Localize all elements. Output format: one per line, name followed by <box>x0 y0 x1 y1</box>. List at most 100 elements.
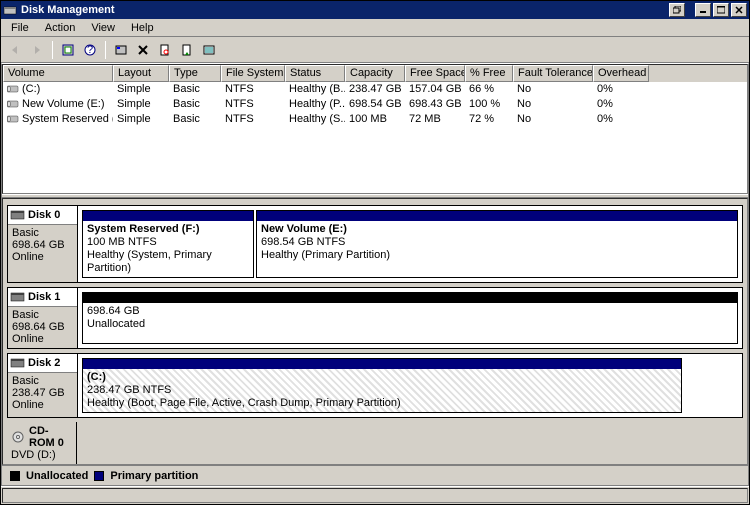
disk-label[interactable]: Disk 1Basic698.64 GBOnline <box>8 288 78 348</box>
cell-capacity: 698.54 GB <box>345 97 405 112</box>
col-freespace[interactable]: Free Space <box>405 65 465 82</box>
cell-capacity: 100 MB <box>345 112 405 127</box>
app-icon <box>3 3 17 17</box>
content-area: Volume Layout Type File System Status Ca… <box>1 63 749 486</box>
cell-pct: 100 % <box>465 97 513 112</box>
settings-button[interactable] <box>111 40 131 60</box>
col-volume[interactable]: Volume <box>3 65 113 82</box>
disk-label[interactable]: CD-ROM 0DVD (D:)No Media <box>7 422 77 465</box>
cell-status: Healthy (P... <box>285 97 345 112</box>
partition-body: System Reserved (F:)100 MB NTFSHealthy (… <box>83 221 253 277</box>
cell-fs: NTFS <box>221 82 285 97</box>
disk-icon <box>10 356 26 370</box>
partition-sub: 100 MB NTFS <box>87 236 157 248</box>
titlebar[interactable]: Disk Management <box>1 1 749 19</box>
cell-layout: Simple <box>113 82 169 97</box>
list-body[interactable]: (C:) SimpleBasicNTFSHealthy (B...238.47 G… <box>3 82 747 193</box>
disk-partitions: System Reserved (F:)100 MB NTFS Healthy (… <box>78 206 742 282</box>
disk-label[interactable]: Disk 0Basic698.64 GBOnline <box>8 206 78 282</box>
menu-view[interactable]: View <box>83 20 123 36</box>
delete-button[interactable] <box>133 40 153 60</box>
cdrom-icon <box>11 430 27 444</box>
cell-status: Healthy (S... <box>285 112 345 127</box>
table-row[interactable]: System Reserved (F:)SimpleBasicNTFSHealt… <box>3 112 747 127</box>
cell-fault: No <box>513 112 593 127</box>
volume-list[interactable]: Volume Layout Type File System Status Ca… <box>2 64 748 194</box>
disk-partitions: 698.64 GBUnallocated <box>78 288 742 348</box>
partition[interactable]: (C:)238.47 GB NTFSHealthy (Boot, Page Fi… <box>82 358 682 413</box>
col-pctfree[interactable]: % Free <box>465 65 513 82</box>
cell-pct: 66 % <box>465 82 513 97</box>
help-button[interactable]: ? <box>80 40 100 60</box>
partition[interactable]: New Volume (E:)698.54 GB NTFSHealthy (Pr… <box>256 210 738 278</box>
disk-state: Online <box>12 251 73 263</box>
partition-sub: 238.47 GB NTFS <box>87 384 171 396</box>
status-pane <box>2 488 748 503</box>
partition-status: Unallocated <box>87 318 145 330</box>
col-status[interactable]: Status <box>285 65 345 82</box>
cell-pct: 72 % <box>465 112 513 127</box>
maximize-button[interactable] <box>713 3 729 17</box>
disk-state: Online <box>12 399 73 411</box>
disk-id: Disk 1 <box>28 291 60 303</box>
disk-label[interactable]: Disk 2Basic238.47 GBOnline <box>8 354 78 417</box>
disk-row[interactable]: Disk 0Basic698.64 GBOnlineSystem Reserve… <box>7 205 743 283</box>
menu-action[interactable]: Action <box>37 20 84 36</box>
cell-status: Healthy (B... <box>285 82 345 97</box>
cell-fault: No <box>513 82 593 97</box>
col-layout[interactable]: Layout <box>113 65 169 82</box>
table-row[interactable]: (C:)SimpleBasicNTFSHealthy (B...238.47 G… <box>3 82 747 97</box>
partition-status: Healthy (Boot, Page File, Active, Crash … <box>87 397 401 409</box>
partition-stripe <box>83 293 737 303</box>
cell-volume: (C:) <box>22 83 40 95</box>
restore-button[interactable] <box>669 3 685 17</box>
minimize-button[interactable] <box>695 3 711 17</box>
disk-id: CD-ROM 0 <box>29 425 72 449</box>
table-row[interactable]: New Volume (E:)SimpleBasicNTFSHealthy (P… <box>3 97 747 112</box>
menu-file[interactable]: File <box>3 20 37 36</box>
forward-button <box>27 40 47 60</box>
refresh-button[interactable] <box>58 40 78 60</box>
col-capacity[interactable]: Capacity <box>345 65 405 82</box>
disk-id: Disk 2 <box>28 357 60 369</box>
disk-row[interactable]: CD-ROM 0DVD (D:)No Media <box>7 422 743 465</box>
cell-volume: System Reserved (F:) <box>22 113 113 125</box>
disk-graph-view[interactable]: Disk 0Basic698.64 GBOnlineSystem Reserve… <box>2 198 748 465</box>
col-fault[interactable]: Fault Tolerance <box>513 65 593 82</box>
col-type[interactable]: Type <box>169 65 221 82</box>
legend-unallocated: Unallocated <box>26 470 88 482</box>
action-button[interactable] <box>177 40 197 60</box>
partition[interactable]: System Reserved (F:)100 MB NTFSHealthy (… <box>82 210 254 278</box>
svg-text:?: ? <box>87 44 93 56</box>
cell-free: 698.43 GB <box>405 97 465 112</box>
disk-icon <box>10 290 26 304</box>
close-button[interactable] <box>731 3 747 17</box>
cell-fs: NTFS <box>221 112 285 127</box>
cell-layout: Simple <box>113 97 169 112</box>
toolbar: ? <box>1 37 749 63</box>
cell-type: Basic <box>169 97 221 112</box>
disk-type: Basic <box>12 227 73 239</box>
partition-body: 698.64 GBUnallocated <box>83 303 737 343</box>
partition[interactable]: 698.64 GBUnallocated <box>82 292 738 344</box>
volume-icon <box>7 113 19 125</box>
legend-primary: Primary partition <box>110 470 198 482</box>
legend-swatch-unallocated <box>10 471 20 481</box>
disk-row[interactable]: Disk 1Basic698.64 GBOnline698.64 GBUnall… <box>7 287 743 349</box>
disk-type: Basic <box>12 375 73 387</box>
cell-capacity: 238.47 GB <box>345 82 405 97</box>
disk-id: Disk 0 <box>28 209 60 221</box>
menu-help[interactable]: Help <box>123 20 162 36</box>
partition-status: Healthy (Primary Partition) <box>261 249 390 261</box>
cell-fault: No <box>513 97 593 112</box>
list-button[interactable] <box>199 40 219 60</box>
cell-layout: Simple <box>113 112 169 127</box>
col-overhead[interactable]: Overhead <box>593 65 649 82</box>
disk-management-window: Disk Management File Action View Help ? … <box>0 0 750 505</box>
col-filesystem[interactable]: File System <box>221 65 285 82</box>
disk-row[interactable]: Disk 2Basic238.47 GBOnline(C:)238.47 GB … <box>7 353 743 418</box>
partition-title: System Reserved (F:) <box>87 223 200 235</box>
menubar: File Action View Help <box>1 19 749 37</box>
properties-button[interactable] <box>155 40 175 60</box>
disk-type: DVD (D:) <box>11 449 72 461</box>
